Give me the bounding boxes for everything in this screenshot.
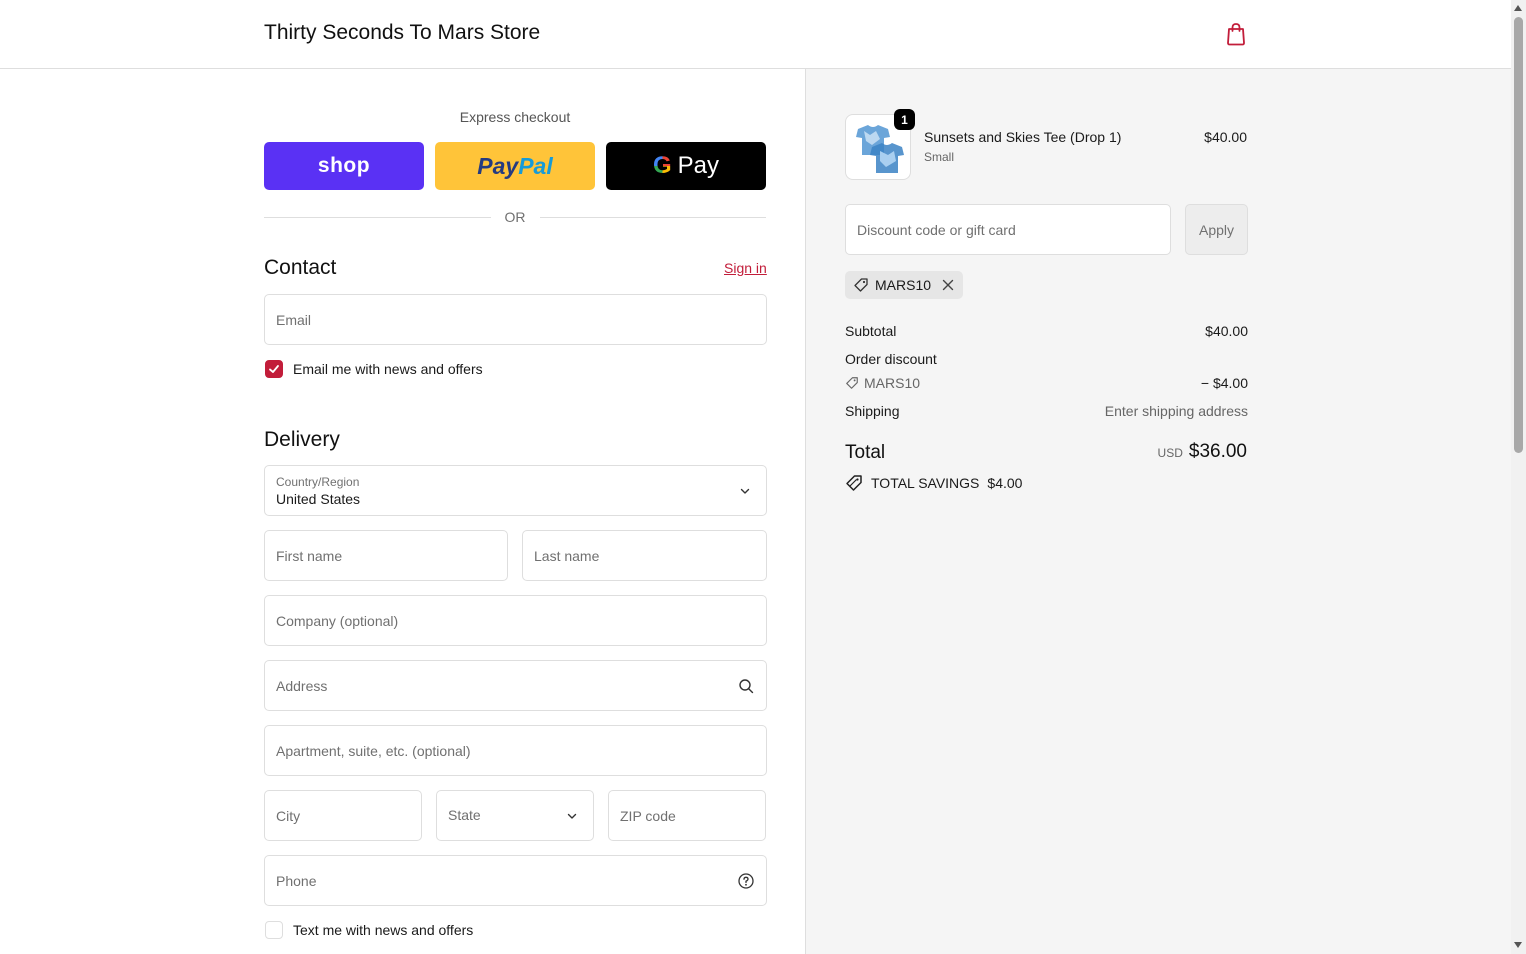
- chevron-down-icon: [567, 813, 577, 819]
- store-name[interactable]: Thirty Seconds To Mars Store: [264, 21, 540, 45]
- express-checkout-label: Express checkout: [459, 109, 571, 125]
- order-summary: 1 Sunsets and Skies Tee (Drop 1) Small $…: [805, 69, 1511, 954]
- country-value: United States: [276, 491, 361, 507]
- checkout-main: Express checkout shop Pay Pal G Pay OR Co…: [0, 69, 805, 954]
- email-news-checkbox[interactable]: [265, 360, 283, 378]
- chevron-down-icon: [740, 488, 750, 494]
- discount-detail-row: MARS10 − $4.00: [845, 375, 1248, 393]
- paypal-label-pal: Pal: [518, 152, 553, 179]
- product-variant: Small: [924, 150, 955, 164]
- shipping-value: Enter shipping address: [1104, 403, 1248, 419]
- email-news-label: Email me with news and offers: [293, 361, 483, 377]
- shopping-bag-icon[interactable]: [1225, 22, 1247, 46]
- scrollbar-thumb[interactable]: [1514, 17, 1523, 453]
- scroll-down-arrow-icon[interactable]: [1514, 942, 1522, 948]
- scroll-up-arrow-icon[interactable]: [1514, 5, 1522, 11]
- subtotal-value: $40.00: [1205, 323, 1248, 339]
- state-placeholder: State: [448, 807, 481, 823]
- quantity-badge: 1: [894, 109, 915, 130]
- discount-code-input[interactable]: [846, 205, 1170, 254]
- search-icon[interactable]: [738, 678, 754, 694]
- close-icon[interactable]: [941, 278, 955, 292]
- product-name: Sunsets and Skies Tee (Drop 1): [924, 129, 1122, 145]
- savings-value: $4.00: [987, 475, 1023, 491]
- last-name-input[interactable]: [523, 531, 766, 580]
- google-g-icon: G: [652, 152, 672, 179]
- city-field[interactable]: [264, 790, 422, 841]
- first-name-field[interactable]: [264, 530, 508, 581]
- subtotal-label: Subtotal: [845, 323, 897, 339]
- first-name-input[interactable]: [265, 531, 507, 580]
- zip-input[interactable]: [609, 791, 765, 840]
- page-scrollbar[interactable]: [1511, 0, 1526, 954]
- total-label: Total: [845, 442, 886, 463]
- order-discount-row: Order discount: [845, 351, 1248, 367]
- order-discount-label: Order discount: [845, 351, 937, 367]
- paypal-label-pay: Pay: [477, 152, 519, 179]
- shipping-row: Shipping Enter shipping address: [845, 403, 1248, 419]
- paypal-button[interactable]: Pay Pal: [435, 142, 595, 190]
- apartment-field[interactable]: [264, 725, 767, 776]
- email-news-checkbox-row[interactable]: Email me with news and offers: [265, 360, 483, 378]
- or-divider: OR: [264, 208, 766, 226]
- sign-in-link[interactable]: Sign in: [724, 260, 767, 276]
- sms-news-checkbox-row[interactable]: Text me with news and offers: [265, 921, 473, 939]
- product-price: $40.00: [1204, 129, 1247, 145]
- contact-title: Contact: [264, 256, 337, 279]
- savings-label: TOTAL SAVINGS: [871, 475, 980, 491]
- total-value-group: USD $36.00: [1158, 441, 1247, 463]
- email-input[interactable]: [265, 295, 766, 344]
- tag-icon: [854, 278, 868, 292]
- phone-input[interactable]: [265, 856, 766, 905]
- savings-tag-icon: [846, 475, 862, 491]
- company-field[interactable]: [264, 595, 767, 646]
- zip-field[interactable]: [608, 790, 766, 841]
- delivery-title: Delivery: [264, 428, 340, 451]
- city-input[interactable]: [265, 791, 421, 840]
- google-pay-button[interactable]: G Pay: [606, 142, 766, 190]
- sms-news-label: Text me with news and offers: [293, 922, 474, 938]
- company-input[interactable]: [265, 596, 766, 645]
- discount-value: − $4.00: [1200, 375, 1248, 391]
- discount-code-label: MARS10: [864, 375, 921, 391]
- state-select[interactable]: State: [436, 790, 594, 841]
- shop-pay-label: shop: [317, 154, 371, 177]
- last-name-field[interactable]: [522, 530, 767, 581]
- address-field[interactable]: [264, 660, 767, 711]
- applied-discount-code: MARS10: [875, 277, 932, 293]
- google-pay-label: Pay: [677, 152, 720, 179]
- discount-code-field[interactable]: [845, 204, 1171, 255]
- checkmark-icon: [269, 365, 279, 373]
- shipping-label: Shipping: [845, 403, 900, 419]
- applied-discount-chip: MARS10: [845, 271, 964, 299]
- country-select[interactable]: Country/Region United States: [264, 465, 767, 516]
- apartment-input[interactable]: [265, 726, 766, 775]
- shop-pay-button[interactable]: shop: [264, 142, 424, 190]
- or-label: OR: [504, 209, 526, 225]
- tag-icon: [846, 377, 858, 389]
- total-amount: $36.00: [1188, 441, 1247, 462]
- total-savings-row: TOTAL SAVINGS $4.00: [845, 474, 1022, 492]
- email-field[interactable]: [264, 294, 767, 345]
- phone-field[interactable]: [264, 855, 767, 906]
- help-circle-icon[interactable]: [738, 873, 754, 889]
- apply-discount-button[interactable]: Apply: [1185, 204, 1248, 255]
- subtotal-row: Subtotal $40.00: [845, 323, 1248, 339]
- country-label: Country/Region: [276, 475, 360, 489]
- address-input[interactable]: [265, 661, 766, 710]
- total-currency: USD: [1157, 446, 1183, 460]
- top-header: Thirty Seconds To Mars Store: [0, 0, 1511, 69]
- sms-news-checkbox[interactable]: [265, 921, 283, 939]
